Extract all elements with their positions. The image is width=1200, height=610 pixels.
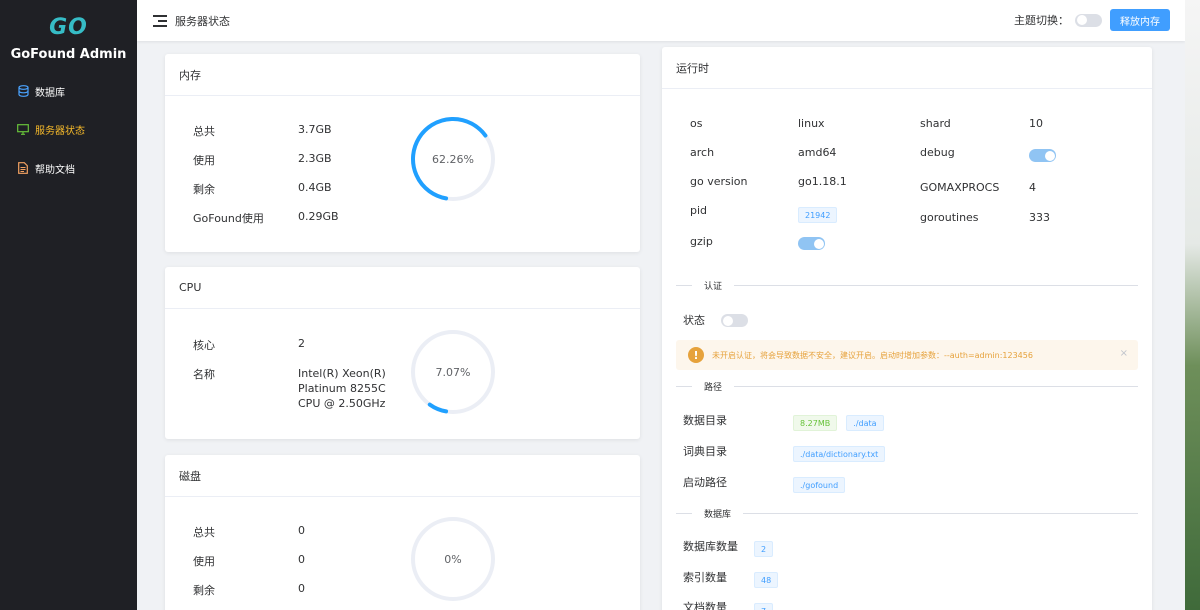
theme-switch[interactable]	[1075, 13, 1102, 27]
memory-value: 0.29GB	[298, 210, 339, 223]
gzip-switch[interactable]	[798, 237, 825, 250]
cpu-gauge-text: 7.07%	[435, 365, 471, 379]
memory-label: GoFound使用	[193, 212, 264, 225]
data-path-tag: ./data	[846, 415, 884, 431]
monitor-icon	[17, 124, 29, 136]
auth-status-switch[interactable]	[721, 314, 748, 327]
sidebar-item-label: 数据库	[35, 87, 65, 99]
document-count-tag: 7	[754, 599, 774, 610]
runtime-label: gzip	[690, 235, 713, 248]
cpu-value: 2	[298, 337, 305, 350]
path-divider-text: 路径	[692, 380, 735, 393]
database-label: 索引数量	[683, 571, 727, 584]
close-icon[interactable]: ×	[1120, 348, 1128, 359]
disk-label: 剩余	[193, 584, 215, 597]
cpu-name-value: Intel(R) Xeon(R) Platinum 8255C CPU @ 2.…	[298, 367, 386, 410]
path-label: 启动路径	[683, 476, 727, 489]
memory-label: 剩余	[193, 183, 215, 196]
disk-card-title: 磁盘	[165, 455, 640, 497]
navbar: 服务器状态 主题切换： 释放内存	[137, 0, 1185, 41]
warning-icon: !	[688, 347, 704, 363]
sidebar-item-server-status[interactable]: 服务器状态	[0, 111, 137, 150]
sidebar-item-help-docs[interactable]: 帮助文档	[0, 149, 137, 188]
data-size-tag: 8.27MB	[793, 415, 838, 431]
cpu-label: 核心	[193, 339, 215, 352]
index-count-tag: 48	[754, 568, 779, 588]
logo-icon: GO	[49, 14, 88, 40]
path-label: 词典目录	[683, 445, 727, 458]
disk-value: 0	[298, 553, 305, 566]
release-memory-button[interactable]: 释放内存	[1110, 9, 1170, 31]
memory-value: 0.4GB	[298, 181, 332, 194]
disk-gauge-text: 0%	[444, 552, 462, 566]
runtime-label: go version	[690, 175, 748, 188]
disk-label: 使用	[193, 555, 215, 568]
auth-warning-text: 未开启认证，将会导致数据不安全，建议开启。启动时增加参数：--auth=admi…	[712, 350, 1033, 360]
theme-switch-label: 主题切换：	[1014, 14, 1069, 27]
window-scrollbar[interactable]	[1185, 0, 1200, 610]
sidebar-item-label: 帮助文档	[35, 164, 75, 176]
memory-label: 总共	[193, 125, 215, 138]
disk-value: 0	[298, 524, 305, 537]
page-title: 服务器状态	[175, 14, 230, 28]
runtime-value: amd64	[798, 146, 837, 159]
runtime-label: pid	[690, 204, 708, 217]
memory-label: 使用	[193, 154, 215, 167]
cpu-card: CPU 核心 2 名称 Intel(R) Xeon(R) Platinum 82…	[165, 267, 640, 439]
auth-divider-text: 认证	[692, 279, 735, 292]
main-content: 服务器状态 主题切换： 释放内存 内存 总共 3.7GB 使用 2.3GB 剩余…	[137, 0, 1185, 610]
runtime-label: arch	[690, 146, 715, 159]
document-icon	[17, 162, 29, 175]
cpu-gauge: 7.07%	[410, 329, 496, 415]
navbar-actions: 主题切换： 释放内存	[1014, 9, 1170, 31]
runtime-label: GOMAXPROCS	[920, 181, 1000, 194]
database-label: 文档数量	[683, 601, 727, 610]
runtime-value: 333	[1029, 211, 1050, 224]
database-count-tag: 2	[754, 537, 774, 557]
cpu-card-title: CPU	[165, 267, 640, 309]
auth-divider	[676, 285, 1138, 286]
runtime-label: os	[690, 117, 703, 130]
path-divider	[676, 386, 1138, 387]
disk-gauge: 0%	[410, 516, 496, 602]
runtime-value: 4	[1029, 181, 1036, 194]
disk-label: 总共	[193, 526, 215, 539]
database-divider	[676, 513, 1138, 514]
sidebar-item-label: 服务器状态	[35, 126, 85, 138]
disk-card: 磁盘 总共 0 使用 0 剩余 0 0%	[165, 455, 640, 610]
cpu-label: 名称	[193, 368, 215, 381]
pid-tag: 21942	[798, 203, 838, 223]
database-divider-text: 数据库	[692, 507, 744, 520]
auth-status-label: 状态	[683, 314, 705, 327]
runtime-value: linux	[798, 117, 825, 130]
runtime-label: shard	[920, 117, 951, 130]
runtime-label: debug	[920, 146, 955, 159]
logo: GO GoFound Admin	[0, 0, 137, 72]
menu-toggle-icon[interactable]	[153, 14, 167, 27]
app-title: GoFound Admin	[10, 46, 127, 62]
database-label: 数据库数量	[683, 540, 738, 553]
memory-gauge-text: 62.26%	[432, 152, 474, 166]
runtime-value: 10	[1029, 117, 1043, 130]
sidebar-item-database[interactable]: 数据库	[0, 72, 137, 111]
sidebar: GO GoFound Admin 数据库 服务器状态 帮助文档	[0, 0, 137, 610]
path-label: 数据目录	[683, 414, 727, 427]
memory-value: 2.3GB	[298, 152, 332, 165]
database-icon	[17, 85, 29, 98]
memory-gauge: 62.26%	[410, 116, 496, 202]
memory-value: 3.7GB	[298, 123, 332, 136]
sidebar-menu: 数据库 服务器状态 帮助文档	[0, 72, 137, 188]
memory-card-title: 内存	[165, 54, 640, 96]
runtime-value: go1.18.1	[798, 175, 847, 188]
dictionary-path-tag: ./data/dictionary.txt	[793, 442, 886, 462]
memory-card: 内存 总共 3.7GB 使用 2.3GB 剩余 0.4GB GoFound使用 …	[165, 54, 640, 252]
runtime-card-title: 运行时	[662, 47, 1152, 89]
startup-path-tag: ./gofound	[793, 473, 846, 493]
disk-value: 0	[298, 582, 305, 595]
data-dir-tags: 8.27MB ./data	[793, 411, 884, 431]
runtime-card: 运行时 os linux arch amd64 go version go1.1…	[662, 47, 1152, 610]
debug-switch[interactable]	[1029, 149, 1056, 162]
auth-warning-alert: ! 未开启认证，将会导致数据不安全，建议开启。启动时增加参数：--auth=ad…	[676, 340, 1138, 370]
runtime-label: goroutines	[920, 211, 979, 224]
